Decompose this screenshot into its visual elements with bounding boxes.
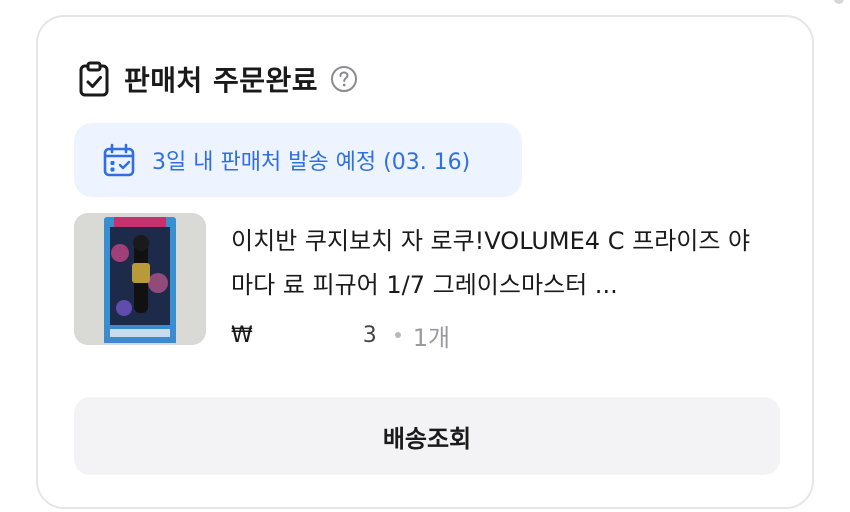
track-delivery-button[interactable]: 배송조회 <box>74 397 780 475</box>
calendar-icon <box>102 143 136 177</box>
meta-separator-dot <box>394 332 401 338</box>
shipping-schedule-notice: 3일 내 판매처 발송 예정 (03. 16) <box>74 123 522 197</box>
clipboard-check-icon <box>78 61 110 97</box>
question-circle-icon[interactable] <box>330 65 358 93</box>
order-status-card: 판매처 주문완료 3일 내 판매처 발송 예정 (03. 16) 이치반 쿠지보… <box>36 15 814 509</box>
price-currency: ₩ <box>231 322 253 348</box>
order-status-header: 판매처 주문완료 <box>78 59 358 99</box>
product-quantity: 1개 <box>412 323 451 352</box>
product-row[interactable]: 이치반 쿠지보치 자 로쿠!VOLUME4 C 프라이즈 야마다 료 피규어 1… <box>74 213 774 373</box>
price-tail: 3 <box>362 322 377 348</box>
scroll-indicator-dot <box>834 0 844 4</box>
order-status-title: 판매처 주문완료 <box>124 64 319 97</box>
price-redacted <box>252 323 363 347</box>
product-thumbnail[interactable] <box>74 213 206 345</box>
shipping-schedule-text: 3일 내 판매처 발송 예정 (03. 16) <box>152 150 471 175</box>
product-meta: ₩ 3 1개 <box>231 313 450 357</box>
product-name[interactable]: 이치반 쿠지보치 자 로쿠!VOLUME4 C 프라이즈 야마다 료 피규어 1… <box>231 219 771 307</box>
product-price: ₩ 3 <box>231 323 377 348</box>
